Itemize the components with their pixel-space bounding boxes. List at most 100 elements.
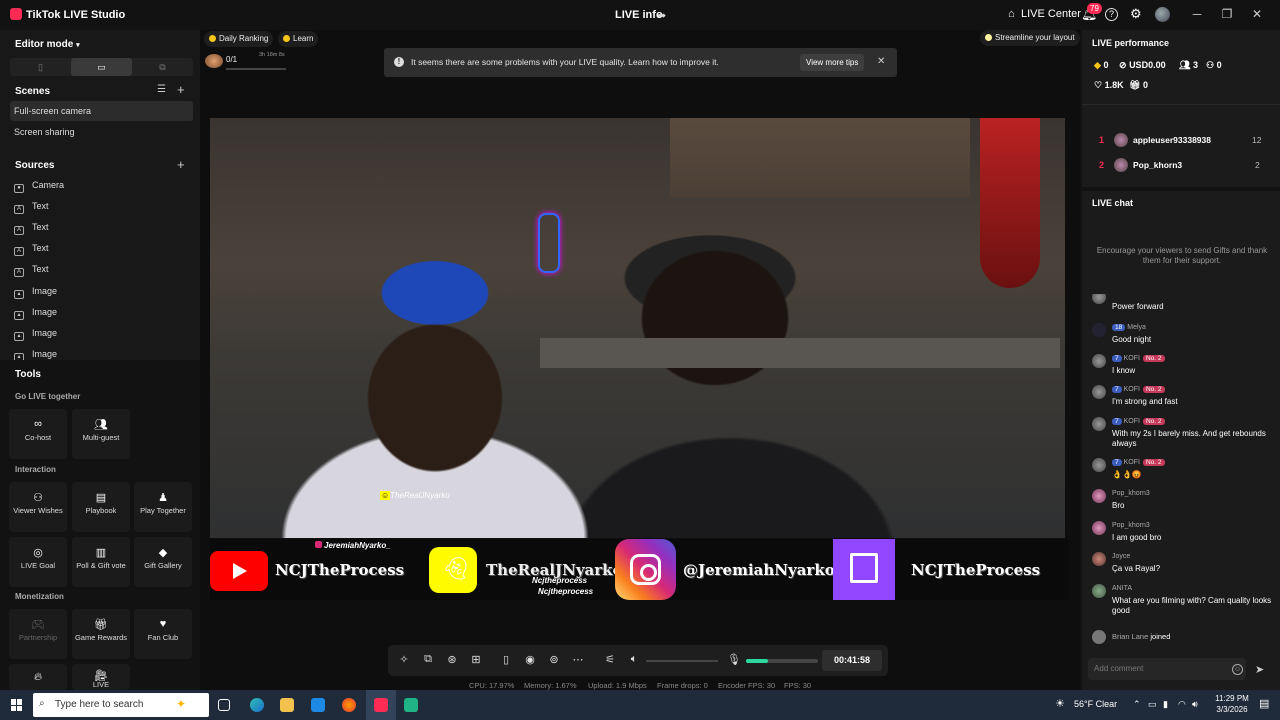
daily-ranking-button[interactable]: Daily Ranking [204,31,274,47]
poll-gift-vote-button[interactable]: ▥ Poll & Gift vote [72,537,130,587]
network-icon[interactable]: ▭ [1148,699,1157,710]
multiguest-button[interactable]: 👥︎ Multi-guest [72,409,130,459]
portrait-mode-icon[interactable]: ▯ [10,58,71,76]
ranking-row[interactable]: 2 Pop_khorn3 2 [1082,155,1280,175]
store-icon[interactable] [311,698,325,712]
go-live-together-label: Go LIVE together [15,392,81,401]
live-goal-button[interactable]: ◎ LIVE Goal [9,537,67,587]
viewer-wishes-button[interactable]: ⚇ Viewer Wishes [9,482,67,532]
avatar[interactable] [1155,7,1170,22]
divider [1082,187,1280,191]
wifi-icon[interactable]: ◠ [1178,699,1186,710]
microphone-icon[interactable]: 🎙︎ [726,653,742,666]
live-info-title[interactable]: LIVE info [615,9,663,21]
app-icon[interactable] [404,698,418,712]
progress-bar [226,68,286,70]
ranking-row[interactable]: 1 appleuser93338938 12 [1082,130,1280,150]
usb-icon[interactable]: ▮ [1163,699,1168,710]
live-button[interactable]: 🎥︎ LIVE [72,664,130,690]
taskbar-search-input[interactable]: ⌕ Type here to search ✦ [33,693,209,717]
firefox-icon[interactable] [342,698,356,712]
emoji-icon[interactable]: ☺ [1232,664,1243,675]
learn-button[interactable]: Learn [278,31,319,47]
record-icon[interactable]: ◉ [522,653,538,666]
taskbar-active-app[interactable] [366,690,396,720]
chat-join-notice: Brian Lane joined [1092,630,1272,646]
filter-icon[interactable]: ⊛ [444,653,460,666]
landscape-mode-icon[interactable]: ▭ [71,58,132,76]
dual-mode-icon[interactable]: ⧉ [132,58,193,76]
minimize-icon[interactable]: ─ [1187,7,1207,21]
volume-icon[interactable]: 🔊︎ [1192,699,1198,710]
layout-mode-switch[interactable]: ▯ ▭ ⧉ [10,58,193,76]
maximize-icon[interactable]: ❐ [1217,7,1237,21]
weather-text[interactable]: 56°F Clear [1074,699,1117,709]
add-source-icon[interactable]: + [177,157,185,172]
editor-mode-dropdown[interactable]: Editor mode ▾ [15,39,80,50]
volume-slider[interactable] [646,660,718,662]
live-performance-heading: LIVE performance [1092,38,1170,48]
help-icon[interactable]: ? [1105,8,1118,21]
live-center-button[interactable]: LIVE Center [1021,8,1081,20]
clock-date[interactable]: 3/3/2026 [1208,705,1256,714]
banner-youtube-name: NCJTheProcess [275,561,405,579]
magic-wand-icon[interactable]: ✧ [396,653,412,666]
windows-start-icon[interactable] [11,699,23,711]
poll-icon: ▥ [95,547,107,559]
play-together-button[interactable]: ♟ Play Together [134,482,192,532]
link-icon: ∞ [34,418,42,430]
chat-message: Pop_khorn3 Bro [1092,489,1272,517]
notifications-icon[interactable]: ▤ [1259,697,1269,710]
cohost-button[interactable]: ∞ Co-host [9,409,67,459]
source-item-text[interactable]: A Text [14,217,49,237]
preview-area: Daily Ranking Learn Streamline your layo… [200,30,1080,690]
avatar [1092,489,1106,503]
live-center-icon[interactable]: ⌂ [1008,8,1015,20]
partnership-button[interactable]: 🎮︎ Partnership [9,609,67,659]
playbook-button[interactable]: ▤ Playbook [72,482,130,532]
view-more-tips-button[interactable]: View more tips [800,54,865,71]
capture-icon[interactable]: ⊞ [468,653,484,666]
source-item-image[interactable]: ▴ Image [14,302,57,322]
streamline-layout-button[interactable]: Streamline your layout [980,30,1080,46]
source-item-image[interactable]: ▴ Image [14,281,57,301]
scene-item-full-screen-camera[interactable]: Full-screen camera [10,101,193,121]
upload-stat: Upload: 1.9 Mbps [588,681,647,690]
wishes-icon: ⚇ [33,492,43,504]
gift-gallery-button[interactable]: ◆ Gift Gallery [134,537,192,587]
fan-club-button[interactable]: ♥ Fan Club [134,609,192,659]
effects-icon[interactable]: ⧉ [420,653,436,666]
add-scene-icon[interactable]: + [177,82,185,97]
replay-icon[interactable]: ⊚ [546,653,562,666]
speaker-icon[interactable]: 🔈︎ [626,653,642,666]
flame-button[interactable]: 🔥︎ [9,664,67,690]
list-icon[interactable]: ☰ [157,84,166,95]
scene-item-screen-sharing[interactable]: Screen sharing [10,122,193,142]
send-icon[interactable]: ➤ [1255,663,1264,676]
file-explorer-icon[interactable] [280,698,294,712]
source-item-camera[interactable]: ● Camera [14,175,64,195]
source-item-image[interactable]: ▴ Image [14,323,57,343]
chat-list[interactable]: Power forward 18 Melya Good night 7 KOFI No.… [1082,294,1280,649]
source-item-text[interactable]: A Text [14,238,49,258]
chevron-up-icon[interactable]: ⌃ [1133,699,1141,710]
game-rewards-button[interactable]: 🎁︎ Game Rewards [72,609,130,659]
share-icon[interactable]: ➦ [657,9,666,22]
mic-level-meter[interactable] [746,659,818,663]
more-icon[interactable]: ⋯ [570,653,586,666]
clock-time[interactable]: 11:29 PM [1208,694,1256,703]
source-item-text[interactable]: A Text [14,196,49,216]
source-item-text[interactable]: A Text [14,259,49,279]
banner-twitch-name: NCJTheProcess [911,561,1041,579]
camera-preview[interactable]: ☺TheRealJNyarko [210,118,1065,538]
settings-sliders-icon[interactable]: ⚟ [602,653,618,666]
task-view-icon[interactable] [218,699,230,711]
close-icon[interactable]: ✕ [1247,7,1267,21]
close-alert-icon[interactable]: ✕ [877,56,885,67]
add-comment-input[interactable]: Add comment [1088,658,1246,680]
scenes-heading: Scenes [15,86,51,97]
phone-icon[interactable]: ▯ [498,653,514,666]
edge-icon[interactable] [250,698,264,712]
gear-icon[interactable]: ⚙ [1130,6,1142,22]
social-banner-overlay[interactable]: JeremiahNyarko_ NCJTheProcess 👻︎ TheReal… [210,539,1069,600]
